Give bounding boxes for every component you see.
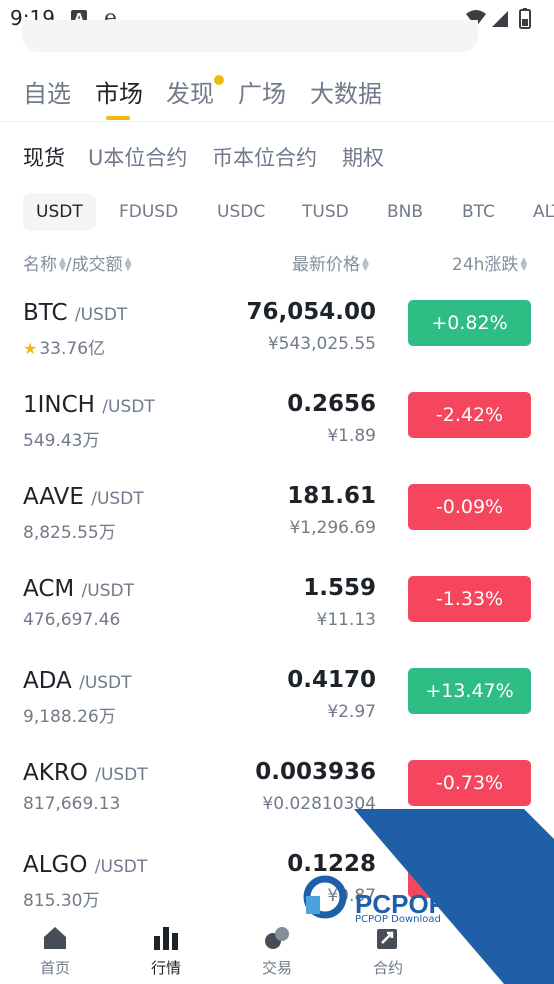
volume-value: 549.43万 xyxy=(23,431,100,451)
divider xyxy=(0,121,554,122)
last-price: 0.4170 xyxy=(287,667,376,693)
market-row[interactable]: BTC /USDT ★ 33.76亿 76,054.00 ¥543,025.55 … xyxy=(0,282,554,374)
last-price: 0.003936 xyxy=(255,759,376,785)
change-badge[interactable]: +0.82% xyxy=(408,300,531,346)
market-row[interactable]: AAVE /USDT 8,825.55万 181.61 ¥1,296.69 -0… xyxy=(0,466,554,558)
volume-value: 8,825.55万 xyxy=(23,523,116,543)
header-change[interactable]: 24h涨跌 xyxy=(452,255,518,275)
change-badge[interactable]: -0.73% xyxy=(408,760,531,806)
quote-asset: /USDT xyxy=(79,673,132,693)
header-name[interactable]: 名称 xyxy=(23,255,57,275)
quote-tab-bnb[interactable]: BNB xyxy=(387,193,423,231)
last-price: 0.2656 xyxy=(287,391,376,417)
quote-asset: /USDT xyxy=(95,765,148,785)
header-volume[interactable]: 成交额 xyxy=(72,255,123,275)
base-asset: BTC xyxy=(23,300,68,326)
quote-tab-alt[interactable]: ALT xyxy=(533,193,554,231)
watermark-logo-icon xyxy=(303,875,347,919)
market-row[interactable]: ADA /USDT 9,188.26万 0.4170 ¥2.97 +13.47% xyxy=(0,650,554,742)
volume: ★ 33.76亿 xyxy=(23,334,105,359)
markets-icon xyxy=(154,927,178,950)
base-asset: AAVE xyxy=(23,484,84,510)
column-headers: 名称 ▲ ▼/成交额 ▲ ▼ 最新价格 ▲ ▼ 24h涨跌 ▲ ▼ xyxy=(0,250,554,275)
fiat-price: ¥1,296.69 xyxy=(289,518,376,538)
volume-value: 9,188.26万 xyxy=(23,707,116,727)
tab-markets[interactable]: 市场 xyxy=(95,74,143,109)
fiat-price: ¥543,025.55 xyxy=(267,334,376,354)
pair-symbol: ACM /USDT xyxy=(23,576,134,602)
quote-tab-btc[interactable]: BTC xyxy=(462,193,495,231)
base-asset: ACM xyxy=(23,576,75,602)
volume-value: 33.76亿 xyxy=(39,339,106,359)
quote-asset: /USDT xyxy=(81,581,134,601)
quote-tab-usdt[interactable]: USDT xyxy=(23,193,96,231)
active-tab-indicator xyxy=(106,116,130,120)
sort-icon[interactable]: ▲ ▼ xyxy=(520,257,527,273)
header-change-wrap: 24h涨跌 ▲ ▼ xyxy=(452,250,527,275)
tab-big-data[interactable]: 大数据 xyxy=(310,74,382,109)
pair-symbol: ADA /USDT xyxy=(23,668,132,694)
market-row[interactable]: ACM /USDT 476,697.46 1.559 ¥11.13 -1.33% xyxy=(0,558,554,650)
base-asset: 1INCH xyxy=(23,392,95,418)
quote-tab-usdc[interactable]: USDC xyxy=(217,193,265,231)
fiat-price: ¥11.13 xyxy=(316,610,376,630)
sort-icon[interactable]: ▲ ▼ xyxy=(362,257,369,273)
star-icon: ★ xyxy=(23,339,38,358)
tab-square[interactable]: 广场 xyxy=(238,74,286,109)
home-icon xyxy=(44,927,66,949)
signal-icon xyxy=(492,11,508,27)
subtab-spot[interactable]: 现货 xyxy=(23,142,65,172)
quote-asset: /USDT xyxy=(91,489,144,509)
volume-value: 817,669.13 xyxy=(23,794,121,814)
quote-asset: /USDT xyxy=(94,857,148,877)
main-tabs: 自选 市场 发现 广场 大数据 xyxy=(0,70,554,122)
quote-asset: /USDT xyxy=(102,397,155,417)
pair-symbol: AKRO /USDT xyxy=(23,760,148,786)
pair-symbol: 1INCH /USDT xyxy=(23,392,155,418)
nav-markets[interactable]: 行情 xyxy=(126,924,206,978)
volume-value: 815.30万 xyxy=(23,891,100,911)
fiat-price: ¥2.97 xyxy=(327,702,376,722)
header-name-volume: 名称 ▲ ▼/成交额 ▲ ▼ xyxy=(23,250,132,275)
header-price[interactable]: 最新价格 xyxy=(292,255,360,275)
nav-home[interactable]: 首页 xyxy=(15,924,95,978)
notification-dot xyxy=(214,75,224,85)
nav-label: 行情 xyxy=(150,959,181,977)
quote-asset: /USDT xyxy=(74,305,128,325)
change-badge[interactable]: -0.09% xyxy=(408,484,531,530)
nav-trade[interactable]: 交易 xyxy=(237,924,317,978)
change-badge[interactable]: +13.47% xyxy=(408,668,531,714)
pair-symbol: BTC /USDT xyxy=(23,300,127,326)
change-badge[interactable]: -1.33% xyxy=(408,576,531,622)
subtab-coinm-futures[interactable]: 币本位合约 xyxy=(212,142,317,172)
battery-icon xyxy=(519,8,531,29)
fiat-price: ¥1.89 xyxy=(327,426,376,446)
header-price-wrap: 最新价格 ▲ ▼ xyxy=(292,250,369,275)
nav-label: 首页 xyxy=(39,959,70,977)
sort-icon[interactable]: ▲ ▼ xyxy=(125,257,132,273)
base-asset: ADA xyxy=(23,668,72,694)
quote-currency-tabs: USDT FDUSD USDC TUSD BNB BTC ALT xyxy=(0,193,554,231)
market-row[interactable]: 1INCH /USDT 549.43万 0.2656 ¥1.89 -2.42% xyxy=(0,374,554,466)
volume-value: 476,697.46 xyxy=(23,610,121,630)
trade-icon xyxy=(265,927,289,949)
quote-tab-tusd[interactable]: TUSD xyxy=(302,193,349,231)
subtab-options[interactable]: 期权 xyxy=(342,142,384,172)
tab-favorites[interactable]: 自选 xyxy=(23,74,71,109)
subtab-usdm-futures[interactable]: U本位合约 xyxy=(88,142,187,172)
quote-tab-fdusd[interactable]: FDUSD xyxy=(119,193,178,231)
base-asset: AKRO xyxy=(23,760,88,786)
change-badge[interactable]: -2.42% xyxy=(408,392,531,438)
nav-label: 交易 xyxy=(261,959,292,977)
last-price: 1.559 xyxy=(303,575,376,601)
watermark-subtitle: PCPOP Download xyxy=(355,914,441,925)
pair-symbol: ALGO /USDT xyxy=(23,852,147,878)
last-price: 181.61 xyxy=(287,483,376,509)
last-price: 76,054.00 xyxy=(246,299,377,325)
pair-symbol: AAVE /USDT xyxy=(23,484,144,510)
base-asset: ALGO xyxy=(23,852,88,878)
sort-icon[interactable]: ▲ ▼ xyxy=(59,257,66,273)
tab-discover[interactable]: 发现 xyxy=(166,74,214,109)
search-bar[interactable] xyxy=(22,20,478,52)
